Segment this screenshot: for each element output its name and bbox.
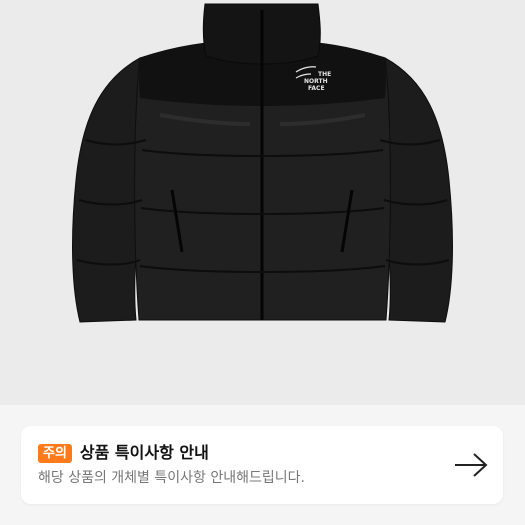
svg-text:FACE: FACE <box>308 85 325 92</box>
arrow-right-icon[interactable] <box>453 451 489 479</box>
product-detail-page: THE NORTH FACE 주의 상품 특이사항 안내 해당 상품의 개체별 … <box>0 0 525 525</box>
svg-text:THE: THE <box>318 71 331 78</box>
notice-subtitle: 해당 상품의 개체별 특이사항 안내해드립니다. <box>38 470 305 486</box>
svg-text:NORTH: NORTH <box>304 78 328 85</box>
notice-title-row: 주의 상품 특이사항 안내 <box>38 443 209 463</box>
product-image[interactable]: THE NORTH FACE <box>0 0 525 405</box>
caution-badge: 주의 <box>38 443 72 463</box>
jacket-illustration: THE NORTH FACE <box>72 3 453 323</box>
notice-title: 상품 특이사항 안내 <box>79 443 209 462</box>
product-notice-card[interactable]: 주의 상품 특이사항 안내 해당 상품의 개체별 특이사항 안내해드립니다. <box>21 426 503 504</box>
